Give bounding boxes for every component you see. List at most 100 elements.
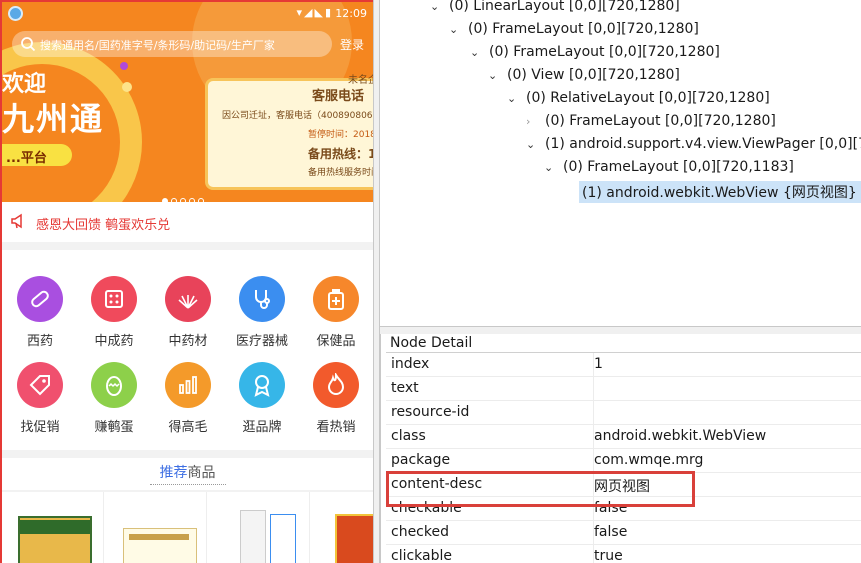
category-zhongyaocai[interactable]: 中药材 [151, 276, 225, 356]
detail-value: 1 [594, 356, 603, 372]
search-placeholder: 搜索通用名/国药准字号/条形码/助记码/生产厂家 [40, 39, 275, 52]
tree-node-label: (0) LinearLayout [0,0][720,1280] [449, 0, 680, 14]
notice-line: 备用热线服务时间：周- [308, 168, 373, 178]
category-label: 看热销 [316, 420, 356, 435]
tag-icon [17, 362, 63, 408]
expand-arrow-icon[interactable]: › [526, 115, 542, 128]
detail-key: checked [391, 524, 449, 540]
pill-icon [17, 276, 63, 322]
product-card[interactable] [105, 492, 207, 563]
detail-row[interactable]: text [386, 377, 861, 401]
recommend-title: 推荐商品 [2, 462, 373, 482]
recommend-header: 推荐商品 [2, 458, 373, 490]
recommend-suffix: 商品 [187, 465, 216, 481]
herb-icon [165, 276, 211, 322]
detail-key: index [391, 356, 430, 372]
detail-value: true [594, 548, 623, 563]
node-detail-table: Node Detail index 1 text resource-id clas… [380, 334, 861, 563]
category-label: 西药 [26, 334, 53, 349]
category-label: 医疗器械 [235, 334, 288, 349]
flame-icon [313, 362, 359, 408]
notice-line: 因公司迁址，客服电话（4008908066 [222, 111, 373, 121]
app-notification-icon [8, 6, 23, 21]
detail-row[interactable]: checked false [386, 521, 861, 545]
banner-brand-text: 九州通 [2, 100, 105, 138]
expand-arrow-icon[interactable]: ⌄ [430, 0, 446, 13]
horizontal-splitter[interactable] [380, 326, 861, 334]
expand-arrow-icon[interactable]: ⌄ [526, 138, 542, 151]
tree-node[interactable]: ⌄ (0) RelativeLayout [0,0][720,1280] [507, 89, 773, 111]
tree-node-label: (1) android.webkit.WebView {网页视图} [0,0][… [579, 181, 861, 203]
tree-node-label: (0) FrameLayout [0,0][720,1280] [489, 44, 720, 60]
product-card[interactable] [208, 492, 310, 563]
detail-row[interactable]: clickable true [386, 545, 861, 563]
bottle-icon [313, 276, 359, 322]
announcement-text: 感恩大回馈 鹌蛋欢乐兑 [36, 218, 171, 233]
login-button[interactable]: 登录 [340, 36, 364, 53]
detail-key: class [391, 428, 426, 444]
category-grid: 西药 中成药 中药材 医疗器械 保健品 找促销 赚鹌蛋 得高毛 逛品牌 看热销 [2, 250, 373, 450]
search-icon [21, 37, 36, 52]
tree-node[interactable]: ⌄ (0) LinearLayout [0,0][720,1280] [430, 0, 683, 19]
expand-arrow-icon[interactable]: ⌄ [544, 161, 560, 174]
category-baojianpin[interactable]: 保健品 [299, 276, 373, 356]
detail-value: com.wmqe.mrg [594, 452, 704, 468]
expand-arrow-icon[interactable]: ⌄ [449, 23, 465, 36]
tree-node[interactable]: ⌄ (0) FrameLayout [0,0][720,1280] [470, 43, 723, 65]
tree-node-label: (0) FrameLayout [0,0][720,1280] [468, 21, 699, 37]
product-list[interactable] [2, 492, 373, 563]
column-divider [593, 401, 594, 425]
tree-node[interactable]: ⌄ (0) View [0,0][720,1280] [488, 66, 683, 88]
banner-dot-decoration [122, 82, 132, 92]
product-image [270, 514, 296, 563]
notice-line: 备用热线：18 [308, 147, 373, 161]
notice-line: 暂停时间：2018.1 [308, 130, 373, 140]
device-screenshot[interactable]: ▾◢◣▮ 12:09 搜索通用名/国药准字号/条形码/助记码/生产厂家 登录 欢… [0, 0, 373, 563]
carousel-indicator[interactable] [162, 189, 207, 202]
detail-row[interactable]: index 1 [386, 353, 861, 377]
tree-node[interactable]: ⌄ (0) FrameLayout [0,0][720,1183] [544, 158, 797, 180]
category-zhaocuxiao[interactable]: 找促销 [3, 362, 77, 442]
hierarchy-tree[interactable]: ⌄ (0) LinearLayout [0,0][720,1280] ⌄ (0) F… [380, 0, 861, 326]
expand-arrow-icon[interactable]: ⌄ [488, 69, 504, 82]
product-image [240, 510, 266, 563]
product-card[interactable] [2, 492, 104, 563]
uiautomator-viewer-window: ▾◢◣▮ 12:09 搜索通用名/国药准字号/条形码/助记码/生产厂家 登录 欢… [0, 0, 861, 563]
banner-platform-badge: ...平台 [2, 144, 72, 166]
product-card[interactable] [311, 492, 373, 563]
banner-dot-decoration [120, 62, 128, 70]
detail-key: resource-id [391, 404, 470, 420]
tree-node[interactable]: ⌄ (0) FrameLayout [0,0][720,1280] [449, 20, 702, 42]
category-degaomao[interactable]: 得高毛 [151, 362, 225, 442]
category-zhuananndan[interactable]: 赚鹌蛋 [77, 362, 151, 442]
expand-arrow-icon[interactable]: ⌄ [470, 46, 486, 59]
vertical-splitter[interactable] [373, 0, 380, 563]
category-kanrexiao[interactable]: 看热销 [299, 362, 373, 442]
category-guangpinpai[interactable]: 逛品牌 [225, 362, 299, 442]
status-bar: ▾◢◣▮ 12:09 [2, 2, 373, 26]
category-yiliaoqixie[interactable]: 医疗器械 [225, 276, 299, 356]
detail-row[interactable]: package com.wmqe.mrg [386, 449, 861, 473]
tree-node-selected[interactable]: (1) android.webkit.WebView {网页视图} [0,0][… [563, 181, 861, 203]
detail-row[interactable]: resource-id [386, 401, 861, 425]
tree-node[interactable]: › (0) FrameLayout [0,0][720,1280] [526, 112, 779, 134]
expand-arrow-icon[interactable]: ⌄ [507, 92, 523, 105]
announcement-bar[interactable]: 感恩大回馈 鹌蛋欢乐兑 [2, 202, 373, 242]
egg-icon [91, 362, 137, 408]
home-banner[interactable]: ▾◢◣▮ 12:09 搜索通用名/国药准字号/条形码/助记码/生产厂家 登录 欢… [2, 2, 373, 202]
tree-node-label: (0) FrameLayout [0,0][720,1280] [545, 113, 776, 129]
category-label: 逛品牌 [242, 420, 282, 435]
product-image [335, 514, 373, 563]
search-input[interactable]: 搜索通用名/国药准字号/条形码/助记码/生产厂家 [12, 31, 332, 57]
tree-node[interactable]: ⌄ (1) android.support.v4.view.ViewPager [… [526, 135, 861, 157]
category-label: 赚鹌蛋 [94, 420, 134, 435]
column-divider [593, 377, 594, 401]
detail-row[interactable]: class android.webkit.WebView [386, 425, 861, 449]
medal-icon [239, 362, 285, 408]
category-label: 中药材 [168, 334, 208, 349]
banner-platform-text: ...平台 [6, 151, 47, 166]
detail-value: android.webkit.WebView [594, 428, 767, 444]
category-zhongchengyao[interactable]: 中成药 [77, 276, 151, 356]
category-xiyao[interactable]: 西药 [3, 276, 77, 356]
category-label: 得高毛 [168, 420, 208, 435]
